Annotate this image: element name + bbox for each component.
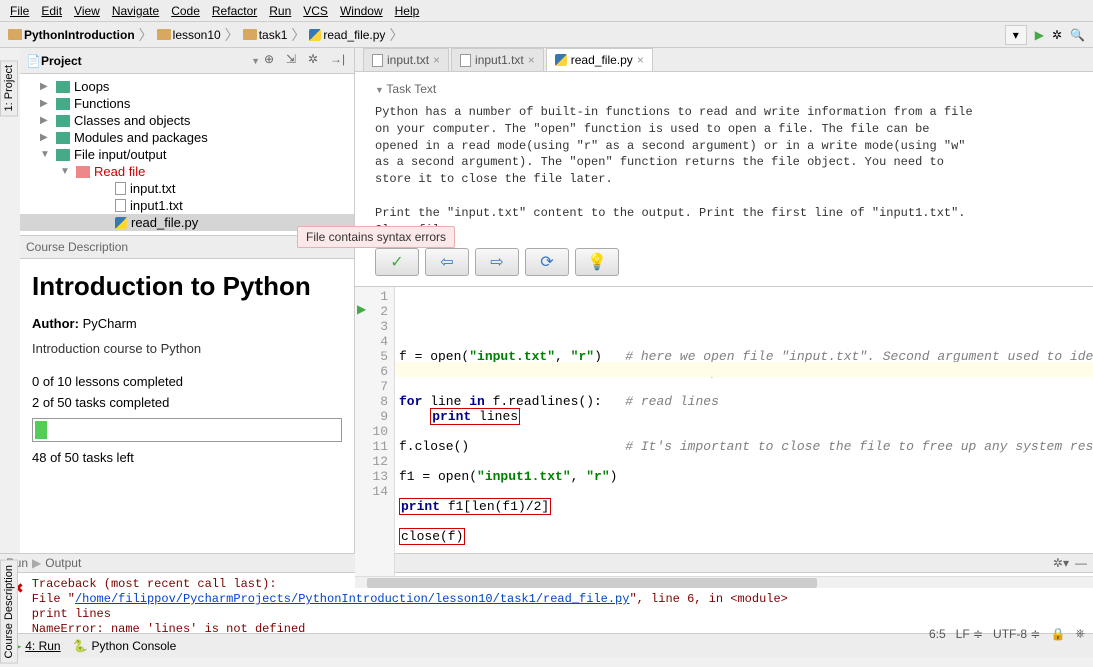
lessons-completed: 0 of 10 lessons completed (32, 374, 342, 389)
run-config-dropdown[interactable]: ▾ (1005, 25, 1027, 45)
file-icon (115, 199, 126, 212)
breadcrumb-root[interactable]: PythonIntroduction (8, 28, 135, 42)
settings-icon[interactable]: ✲ (1052, 28, 1062, 42)
menu-view[interactable]: View (68, 2, 106, 20)
tree-item-classes[interactable]: ▶Classes and objects (20, 112, 354, 129)
menu-file[interactable]: File (4, 2, 35, 20)
encoding[interactable]: UTF-8 ≑ (993, 627, 1040, 641)
menu-run[interactable]: Run (263, 2, 297, 20)
python-icon (115, 217, 127, 229)
breadcrumb-lesson[interactable]: lesson10 (157, 28, 221, 42)
folder-icon (56, 115, 70, 127)
folder-icon (56, 81, 70, 93)
code-area[interactable]: f = open("input.txt", "r") # here we ope… (395, 287, 1093, 576)
folder-icon (243, 29, 257, 40)
project-icon: 📄 (26, 54, 41, 68)
menu-help[interactable]: Help (389, 2, 426, 20)
course-author: Author: PyCharm (32, 316, 342, 331)
editor-tabs: input.txt× input1.txt× read_file.py× (355, 48, 1093, 72)
course-subtitle: Introduction course to Python (32, 341, 342, 356)
python-icon (309, 29, 321, 41)
scroll-from-source-icon[interactable]: ⊕ (264, 52, 282, 70)
tree-item-readfile[interactable]: ▼Read file (20, 163, 354, 180)
tree-item-modules[interactable]: ▶Modules and packages (20, 129, 354, 146)
syntax-error-tooltip: File contains syntax errors (297, 226, 455, 248)
collapse-icon[interactable]: ⇲ (286, 52, 304, 70)
menu-edit[interactable]: Edit (35, 2, 68, 20)
line-separator[interactable]: LF ≑ (956, 627, 983, 641)
breadcrumb-sep: 〉 (291, 25, 305, 45)
code-editor[interactable]: ▶ 1234567891011121314 f = open("input.tx… (355, 287, 1093, 576)
menu-vcs[interactable]: VCS (297, 2, 334, 20)
breadcrumb-file[interactable]: read_file.py (309, 28, 385, 42)
tree-item-input1[interactable]: input1.txt (20, 197, 354, 214)
tree-item-fileio[interactable]: ▼File input/output (20, 146, 354, 163)
breadcrumb-task[interactable]: task1 (243, 28, 288, 42)
close-icon[interactable]: × (433, 53, 440, 67)
traceback-link[interactable]: /home/filippov/PycharmProjects/PythonInt… (75, 592, 630, 606)
hide-icon[interactable]: →| (330, 52, 348, 70)
project-title: Project (41, 54, 249, 68)
chevron-down-icon[interactable]: ▼ (251, 56, 260, 66)
menu-code[interactable]: Code (165, 2, 206, 20)
breadcrumb-sep: 〉 (139, 25, 153, 45)
lock-icon[interactable]: 🔒 (1050, 627, 1065, 641)
folder-icon (76, 166, 90, 178)
menu-navigate[interactable]: Navigate (106, 2, 165, 20)
editor-gutter: ▶ 1234567891011121314 (355, 287, 395, 576)
folder-icon (157, 29, 171, 40)
tasks-completed: 2 of 50 tasks completed (32, 395, 342, 410)
close-icon[interactable]: × (637, 53, 644, 67)
refresh-button[interactable]: ⟳ (525, 248, 569, 276)
close-icon[interactable]: × (528, 53, 535, 67)
project-panel-header: 📄 Project ▼ ⊕ ⇲ ✲ →| (20, 48, 354, 74)
sidebar-tab-course[interactable]: Course Description (0, 560, 18, 664)
prev-button[interactable]: ⇦ (425, 248, 469, 276)
tab-input1[interactable]: input1.txt× (451, 48, 544, 71)
toolbar: PythonIntroduction 〉 lesson10 〉 task1 〉 … (0, 22, 1093, 48)
folder-icon (56, 98, 70, 110)
cursor-position: 6:5 (929, 627, 946, 641)
menu-window[interactable]: Window (334, 2, 389, 20)
course-description-panel: Introduction to Python Author: PyCharm I… (20, 259, 354, 483)
breadcrumb-sep: 〉 (225, 25, 239, 45)
tree-item-functions[interactable]: ▶Functions (20, 95, 354, 112)
task-text: Python has a number of built-in function… (375, 104, 1093, 238)
gear-icon[interactable]: ✲ (308, 52, 326, 70)
menu-refactor[interactable]: Refactor (206, 2, 263, 20)
inspector-icon[interactable]: ⎈ (1075, 626, 1085, 641)
output-label[interactable]: Output (45, 556, 81, 570)
project-tree: ▶Loops ▶Functions ▶Classes and objects ▶… (20, 74, 354, 235)
task-header[interactable]: Task Text (375, 82, 1093, 96)
breadcrumb: PythonIntroduction 〉 lesson10 〉 task1 〉 … (8, 25, 1005, 45)
file-icon (460, 54, 471, 67)
tree-item-loops[interactable]: ▶Loops (20, 78, 354, 95)
task-panel: Task Text Python has a number of built-i… (355, 72, 1093, 287)
folder-icon (56, 132, 70, 144)
tab-input[interactable]: input.txt× (363, 48, 449, 71)
status-python-console[interactable]: 🐍 Python Console (67, 637, 183, 655)
breadcrumb-sep: 〉 (389, 25, 403, 45)
menubar: File Edit View Navigate Code Refactor Ru… (0, 0, 1093, 22)
run-gutter-icon[interactable]: ▶ (357, 303, 366, 318)
tree-item-input[interactable]: input.txt (20, 180, 354, 197)
search-icon[interactable]: 🔍 (1070, 28, 1085, 42)
tasks-left: 48 of 50 tasks left (32, 450, 342, 465)
check-button[interactable]: ✓ (375, 248, 419, 276)
folder-icon (8, 29, 22, 40)
file-icon (372, 54, 383, 67)
python-icon (555, 54, 567, 66)
sidebar-tab-project[interactable]: 1: Project (0, 60, 18, 116)
folder-icon (56, 149, 70, 161)
next-button[interactable]: ⇨ (475, 248, 519, 276)
course-title: Introduction to Python (32, 271, 342, 302)
progress-bar (32, 418, 342, 442)
file-icon (115, 182, 126, 195)
tab-readfile[interactable]: read_file.py× (546, 48, 653, 71)
run-button[interactable]: ▶ (1035, 28, 1044, 42)
hint-button[interactable]: 💡 (575, 248, 619, 276)
